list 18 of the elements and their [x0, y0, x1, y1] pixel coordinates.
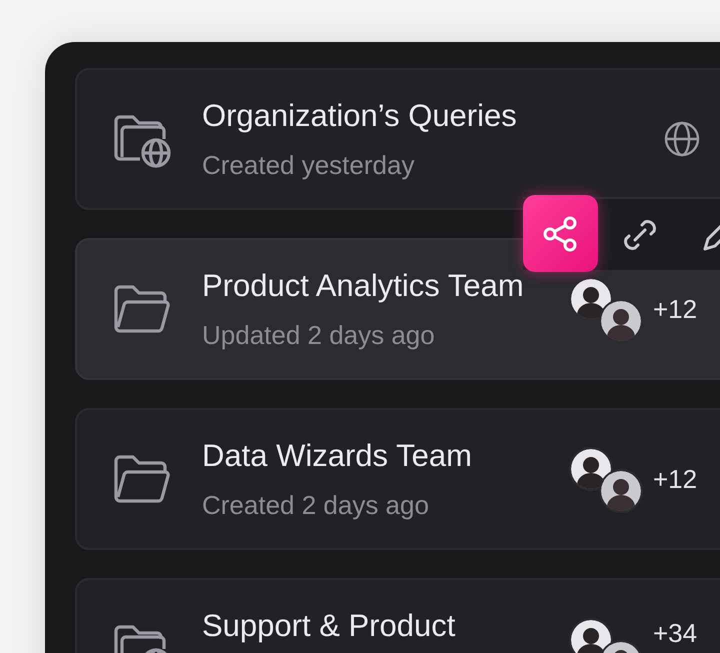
member-count: +34	[653, 618, 698, 649]
folder-card[interactable]: Support & Product +34	[75, 578, 720, 653]
member-count: +12	[653, 464, 698, 494]
folder-title: Organization’s Queries	[202, 98, 518, 134]
folder-subtitle: Created yesterday	[202, 150, 416, 181]
folder-title: Support & Product	[202, 608, 456, 644]
folder-title: Data Wizards Team	[202, 438, 473, 474]
member-count: +12	[653, 294, 698, 324]
folder-subtitle: Created 2 days ago	[202, 490, 430, 521]
folder-title: Product Analytics Team	[202, 268, 525, 304]
folder-subtitle: Updated 2 days ago	[202, 320, 436, 351]
folder-card[interactable]: Product Analytics Team Updated 2 days ago +12	[75, 238, 720, 380]
folder-card[interactable]: Organization’s Queries Created yesterday	[75, 68, 720, 210]
globe-icon[interactable]	[664, 121, 700, 157]
share-button[interactable]	[523, 195, 598, 272]
avatar-icon	[599, 469, 643, 513]
avatar-icon	[599, 299, 643, 343]
folder-card[interactable]: Data Wizards Team Created 2 days ago +12	[75, 408, 720, 550]
